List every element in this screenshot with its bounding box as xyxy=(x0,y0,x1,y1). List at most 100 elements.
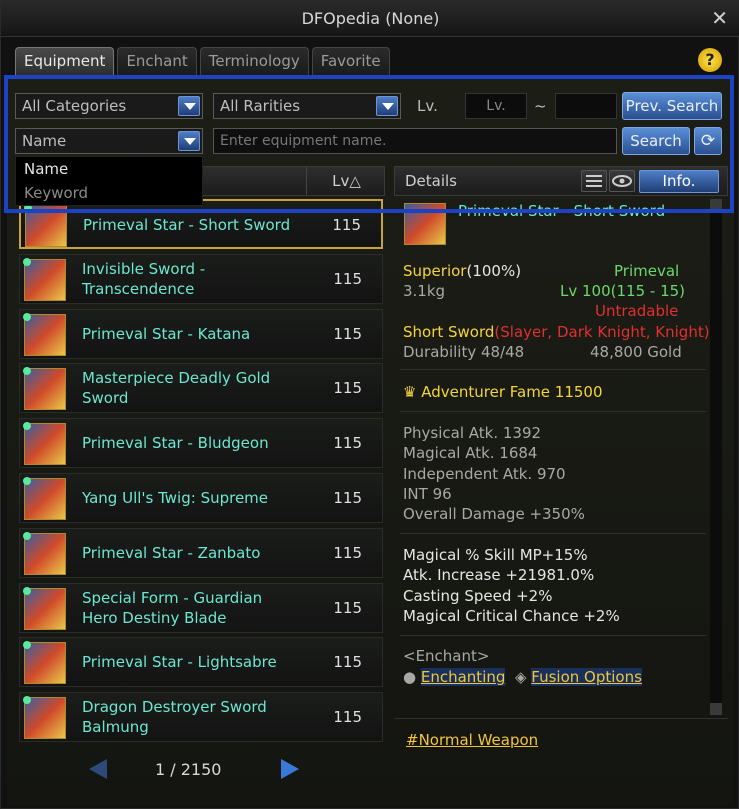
item-level: 115 xyxy=(333,434,362,453)
equipment-row[interactable]: Yang Ull's Twig: Supreme 115 xyxy=(19,473,383,523)
equipment-row[interactable]: Primeval Star - Katana 115 xyxy=(19,308,383,359)
eye-icon[interactable] xyxy=(609,170,635,192)
close-icon[interactable]: ✕ xyxy=(711,7,728,29)
scroll-up-icon[interactable] xyxy=(710,199,722,211)
level-sort-header[interactable]: Lv△ xyxy=(306,167,386,195)
normal-weapon-tag-link[interactable]: #Normal Weapon xyxy=(406,731,538,749)
equipment-row[interactable]: Primeval Star - Lightsabre 115 xyxy=(19,637,383,688)
equipment-row[interactable]: Primeval Star - Zanbato 115 xyxy=(19,527,383,578)
stat-int: INT 96 xyxy=(403,485,452,503)
fusion-icon: ◈ xyxy=(514,668,527,686)
weapon-type: Short Sword xyxy=(403,323,495,341)
rarity-dropdown-value: All Rarities xyxy=(220,97,301,115)
item-thumbnail xyxy=(23,586,66,630)
scroll-down-icon[interactable] xyxy=(710,703,722,715)
level-requirement: Lv 100(115 - 15) xyxy=(560,282,686,300)
details-scrollbar[interactable] xyxy=(710,199,722,715)
item-thumbnail xyxy=(23,641,66,685)
status-dot-icon xyxy=(23,312,31,321)
enchanting-icon: ● xyxy=(403,668,417,686)
item-name: Masterpiece Deadly Gold Sword xyxy=(82,369,271,408)
next-page-icon[interactable] xyxy=(281,759,299,779)
level-range-separator: ~ xyxy=(534,97,547,115)
details-panel: Details Info. Primeval Star - Short Swor… xyxy=(394,163,728,803)
help-icon[interactable]: ? xyxy=(698,48,722,72)
status-dot-icon xyxy=(23,531,31,540)
equipment-row[interactable]: Primeval Star - Short Sword 115 xyxy=(19,199,383,249)
equipment-name-input[interactable]: Enter equipment name. xyxy=(213,128,617,154)
window-title: DFOpedia (None) xyxy=(301,9,440,28)
item-level: 115 xyxy=(333,489,362,507)
details-header: Details Info. xyxy=(394,166,728,196)
title-bar[interactable]: DFOpedia (None) ✕ xyxy=(1,1,739,37)
status-dot-icon xyxy=(23,641,31,650)
enchanting-link[interactable]: Enchanting xyxy=(420,668,506,686)
status-dot-icon xyxy=(23,422,31,431)
status-dot-icon xyxy=(23,257,31,266)
status-dot-icon xyxy=(23,696,31,705)
chevron-down-icon xyxy=(178,131,200,151)
item-thumbnail xyxy=(23,422,66,466)
prev-search-button[interactable]: Prev. Search xyxy=(622,92,722,120)
fame-icon: ♛ xyxy=(403,383,417,401)
tab-terminology[interactable]: Terminology xyxy=(199,47,309,75)
item-name: Primeval Star - Katana xyxy=(82,324,251,343)
price-label: 48,800 Gold xyxy=(590,343,682,361)
fame-line: ♛ Adventurer Fame 11500 xyxy=(403,382,603,402)
durability-label: Durability 48/48 xyxy=(403,343,525,361)
equipment-row[interactable]: Primeval Star - Bludgeon 115 xyxy=(19,418,383,469)
item-name: Primeval Star - Lightsabre xyxy=(82,653,277,672)
item-level: 115 xyxy=(333,324,362,343)
dfopedia-window: DFOpedia (None) ✕ Equipment Enchant Term… xyxy=(0,0,739,809)
item-name: Special Form - Guardian Hero Destiny Bla… xyxy=(82,588,263,627)
item-name: Invisible Sword - Transcendence xyxy=(82,259,206,298)
item-level: 115 xyxy=(333,598,362,617)
item-level: 115 xyxy=(333,269,362,288)
compare-icon[interactable] xyxy=(581,170,607,192)
equipment-row[interactable]: Masterpiece Deadly Gold Sword 115 xyxy=(19,363,383,414)
level-max-input[interactable] xyxy=(555,93,617,119)
chevron-down-icon xyxy=(178,96,200,116)
item-level: 115 xyxy=(333,379,362,398)
refresh-icon[interactable]: ⟳ xyxy=(694,127,722,155)
level-min-input[interactable]: Lv. xyxy=(465,93,527,119)
effect-line: Casting Speed +2% xyxy=(403,587,553,605)
item-thumbnail xyxy=(23,696,66,740)
rarity-dropdown[interactable]: All Rarities xyxy=(213,93,401,119)
item-name: Primeval Star - Zanbato xyxy=(82,543,261,562)
page-indicator: 1 / 2150 xyxy=(155,760,222,779)
tab-enchant[interactable]: Enchant xyxy=(117,47,197,75)
item-name: Primeval Star - Short Sword xyxy=(458,202,666,220)
menu-option-name[interactable]: Name xyxy=(16,157,202,181)
effect-line: Atk. Increase +21981.0% xyxy=(403,566,595,584)
weight-label: 3.1kg xyxy=(403,282,446,300)
divider xyxy=(394,718,728,719)
menu-option-keyword[interactable]: Keyword xyxy=(16,181,202,205)
fusion-options-link[interactable]: Fusion Options xyxy=(531,668,642,686)
info-button[interactable]: Info. xyxy=(639,170,719,193)
details-body: Primeval Star - Short Sword Superior(100… xyxy=(394,199,728,719)
effect-line: Magical % Skill MP+15% xyxy=(403,546,588,564)
tab-favorite[interactable]: Favorite xyxy=(311,47,390,75)
item-thumbnail xyxy=(23,367,66,411)
equipment-list: Lv△ Primeval Star - Short Sword 115 Invisi… xyxy=(15,163,387,803)
category-dropdown[interactable]: All Categories xyxy=(15,93,203,119)
search-button[interactable]: Search xyxy=(622,127,690,155)
prev-page-icon[interactable] xyxy=(89,759,107,779)
item-name: Primeval Star - Short Sword xyxy=(83,216,291,234)
equipment-row[interactable]: Invisible Sword - Transcendence 115 xyxy=(19,253,383,304)
tab-equipment[interactable]: Equipment xyxy=(15,47,115,75)
status-dot-icon xyxy=(23,477,31,485)
pagination: 1 / 2150 xyxy=(15,755,385,785)
tradable-status: Untradable xyxy=(595,302,679,320)
item-name: Primeval Star - Bludgeon xyxy=(82,434,269,453)
weapon-type-line: Short Sword(Slayer, Dark Knight, Knight) xyxy=(403,322,710,342)
equipment-row[interactable]: Dragon Destroyer Sword Balmung 115 xyxy=(19,692,383,743)
item-thumbnail xyxy=(23,312,66,356)
status-dot-icon xyxy=(23,586,31,595)
fame-value: Adventurer Fame 11500 xyxy=(421,383,603,401)
search-type-dropdown[interactable]: Name xyxy=(15,128,203,154)
stat-physical-atk: Physical Atk. 1392 xyxy=(403,424,542,442)
divider xyxy=(400,369,706,370)
equipment-row[interactable]: Special Form - Guardian Hero Destiny Bla… xyxy=(19,582,383,633)
